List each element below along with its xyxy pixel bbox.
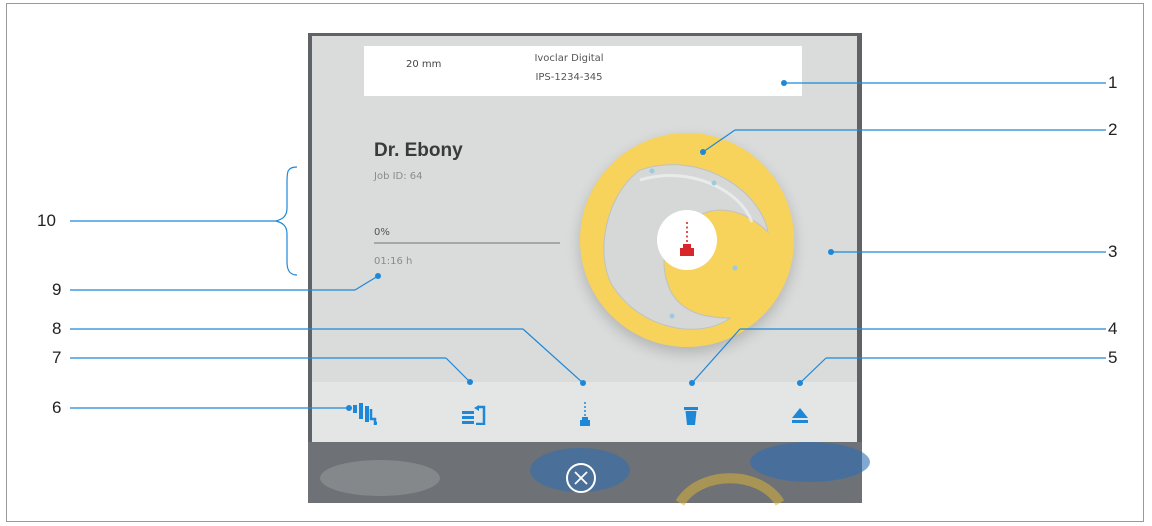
mill-tool-button[interactable] bbox=[571, 402, 599, 426]
patient-name: Dr. Ebony bbox=[374, 140, 463, 161]
queue-job-button[interactable] bbox=[460, 403, 488, 427]
callout-4: 4 bbox=[1108, 319, 1118, 338]
callout-10: 10 bbox=[37, 211, 56, 230]
callout-9: 9 bbox=[52, 280, 62, 299]
disc-hub bbox=[657, 210, 717, 270]
callout-2: 2 bbox=[1108, 120, 1118, 139]
callout-3: 3 bbox=[1108, 242, 1118, 261]
material-code: IPS-1234-345 bbox=[535, 72, 603, 83]
insert-job-icon bbox=[353, 403, 377, 425]
close-button[interactable] bbox=[566, 463, 596, 493]
callout-6: 6 bbox=[52, 398, 62, 417]
mill-tool-icon bbox=[580, 402, 590, 426]
material-brand: Ivoclar Digital bbox=[534, 53, 604, 64]
block-size: 20 mm bbox=[406, 59, 442, 70]
remaining-time: 01:16 h bbox=[374, 256, 413, 267]
callout-8: 8 bbox=[52, 319, 62, 338]
queue-job-icon bbox=[462, 405, 486, 425]
eject-button[interactable] bbox=[786, 404, 814, 428]
delete-button[interactable] bbox=[677, 404, 705, 428]
progress-bar bbox=[374, 242, 560, 244]
callout-7: 7 bbox=[52, 348, 62, 367]
progress-percent: 0% bbox=[374, 227, 390, 238]
callout-5: 5 bbox=[1108, 348, 1118, 367]
close-icon bbox=[574, 471, 588, 485]
callout-1: 1 bbox=[1108, 73, 1118, 92]
delete-icon bbox=[684, 407, 698, 425]
eject-icon bbox=[792, 408, 808, 423]
job-id: Job ID: 64 bbox=[374, 171, 423, 182]
insert-job-button[interactable] bbox=[351, 402, 379, 426]
